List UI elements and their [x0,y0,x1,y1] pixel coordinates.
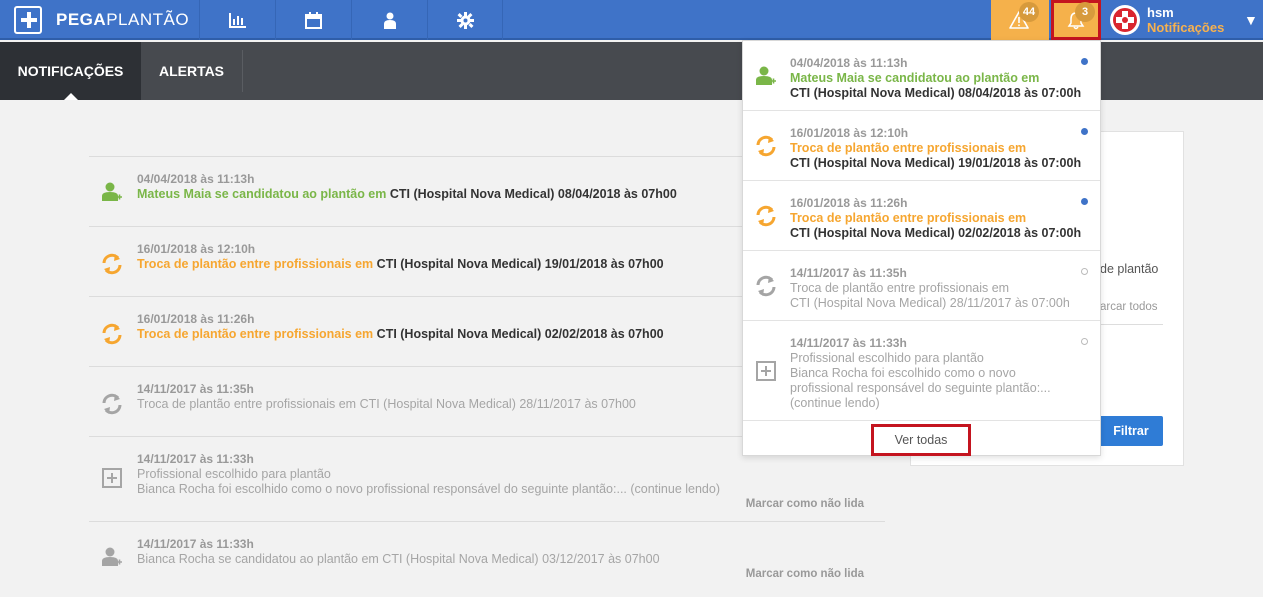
dropdown-item[interactable]: 14/11/2017 às 11:33h Profissional escolh… [743,321,1100,421]
logo[interactable]: PEGAPLANTÃO [14,6,189,34]
notification-date: 16/01/2018 às 12:10h [790,126,909,140]
notification-title: Troca de plantão entre profissionais em [790,141,1027,155]
user-icon [383,12,396,29]
notification-title: Profissional escolhido para plantão [137,467,331,481]
mark-unread-link[interactable]: Marcar como não lida [746,498,864,510]
list-item[interactable]: 14/11/2017 às 11:33h Bianca Rocha se can… [89,521,885,591]
notification-text: Bianca Rocha se candidatou ao plantão em… [137,552,660,566]
nav-settings[interactable] [427,0,503,40]
swap-icon [751,201,781,231]
swap-icon [97,319,127,349]
logo-plus-icon [14,6,42,34]
notification-text: Troca de plantão entre profissionais em … [137,257,664,271]
swap-icon [97,249,127,279]
notification-text: Troca de plantão entre profissionais em … [137,327,664,341]
notification-date: 14/11/2017 às 11:35h [137,382,254,396]
nav-calendar[interactable] [275,0,351,40]
dropdown-item[interactable]: 16/01/2018 às 11:26h Troca de plantão en… [743,181,1100,251]
notification-text: Bianca Rocha foi escolhido como o novo p… [137,482,721,496]
notification-title: Troca de plantão entre profissionais em [790,211,1027,225]
notification-text: Bianca Rocha foi escolhido como o novo [790,366,1016,380]
notification-title: Troca de plantão entre profissionais em [790,281,1010,295]
dropdown-item[interactable]: 04/04/2018 às 11:13h Mateus Maia se cand… [743,41,1100,111]
notification-title: Profissional escolhido para plantão [790,351,984,365]
divider [1100,324,1163,325]
alerts-badge: 44 [1019,2,1039,22]
notification-date: 04/04/2018 às 11:13h [790,56,908,70]
notification-text: CTI (Hospital Nova Medical) 28/11/2017 à… [790,296,1070,310]
notification-date: 04/04/2018 às 11:13h [137,172,255,186]
notification-date: 16/01/2018 às 11:26h [790,196,908,210]
notification-date: 16/01/2018 às 12:10h [137,242,256,256]
notification-date: 14/11/2017 às 11:33h [790,336,907,350]
notifications-dropdown: 04/04/2018 às 11:13h Mateus Maia se cand… [742,40,1101,456]
notification-date: 14/11/2017 às 11:35h [790,266,907,280]
notification-date: 14/11/2017 às 11:33h [137,537,254,551]
notifications-badge: 3 [1075,2,1095,22]
top-bar: PEGAPLANTÃO 44 3 hsm Notificações ▼ [0,0,1263,40]
continue-reading-link[interactable]: (continue lendo) [790,396,880,410]
avatar [1110,5,1140,35]
swap-icon [751,271,781,301]
notification-text: CTI (Hospital Nova Medical) 19/01/2018 à… [790,156,1082,170]
chart-icon [228,13,246,28]
dropdown-item[interactable]: 16/01/2018 às 12:10h Troca de plantão en… [743,111,1100,181]
read-dot [1081,338,1088,345]
notification-text: Troca de plantão entre profissionais em … [137,397,636,411]
mark-unread-link[interactable]: Marcar como não lida [746,568,864,580]
filter-label: de plantão [1100,262,1159,276]
see-all-button[interactable]: Ver todas [871,424,971,456]
notifications-button[interactable]: 3 [1051,0,1101,40]
user-add-icon [97,542,127,572]
filter-button[interactable]: Filtrar [1099,416,1163,446]
mark-all-link[interactable]: arcar todos [1100,301,1158,313]
plus-box-icon [751,356,781,386]
unread-dot [1081,198,1088,205]
unread-dot [1081,128,1088,135]
tab-notificacoes[interactable]: NOTIFICAÇÕES [0,42,141,100]
notification-date: 14/11/2017 às 11:33h [137,452,254,466]
notification-title: Mateus Maia se candidatou ao plantão em [790,71,1040,85]
user-name: hsm [1147,5,1174,20]
gear-icon [456,11,474,29]
user-menu[interactable]: hsm Notificações ▼ [1110,2,1263,38]
chevron-down-icon: ▼ [1244,12,1258,28]
logo-text: PEGAPLANTÃO [56,10,190,29]
user-subtitle: Notificações [1147,20,1225,35]
notification-text: CTI (Hospital Nova Medical) 08/04/2018 à… [790,86,1082,100]
nav-profile[interactable] [351,0,427,40]
tab-divider [242,50,243,92]
unread-dot [1081,58,1088,65]
user-add-icon [751,61,781,91]
calendar-icon [305,11,322,29]
notification-date: 16/01/2018 às 11:26h [137,312,255,326]
nav-reports[interactable] [199,0,275,40]
notification-text: Mateus Maia se candidatou ao plantão em … [137,187,677,201]
plus-box-icon [97,463,127,493]
read-dot [1081,268,1088,275]
user-add-icon [97,177,127,207]
alerts-button[interactable]: 44 [991,0,1049,40]
swap-icon [97,389,127,419]
notification-text: profissional responsável do seguinte pla… [790,381,1051,395]
notification-text: CTI (Hospital Nova Medical) 02/02/2018 à… [790,226,1082,240]
tab-alertas[interactable]: ALERTAS [141,42,242,100]
dropdown-item[interactable]: 14/11/2017 às 11:35h Troca de plantão en… [743,251,1100,321]
swap-icon [751,131,781,161]
hospital-logo-icon [1113,8,1137,32]
